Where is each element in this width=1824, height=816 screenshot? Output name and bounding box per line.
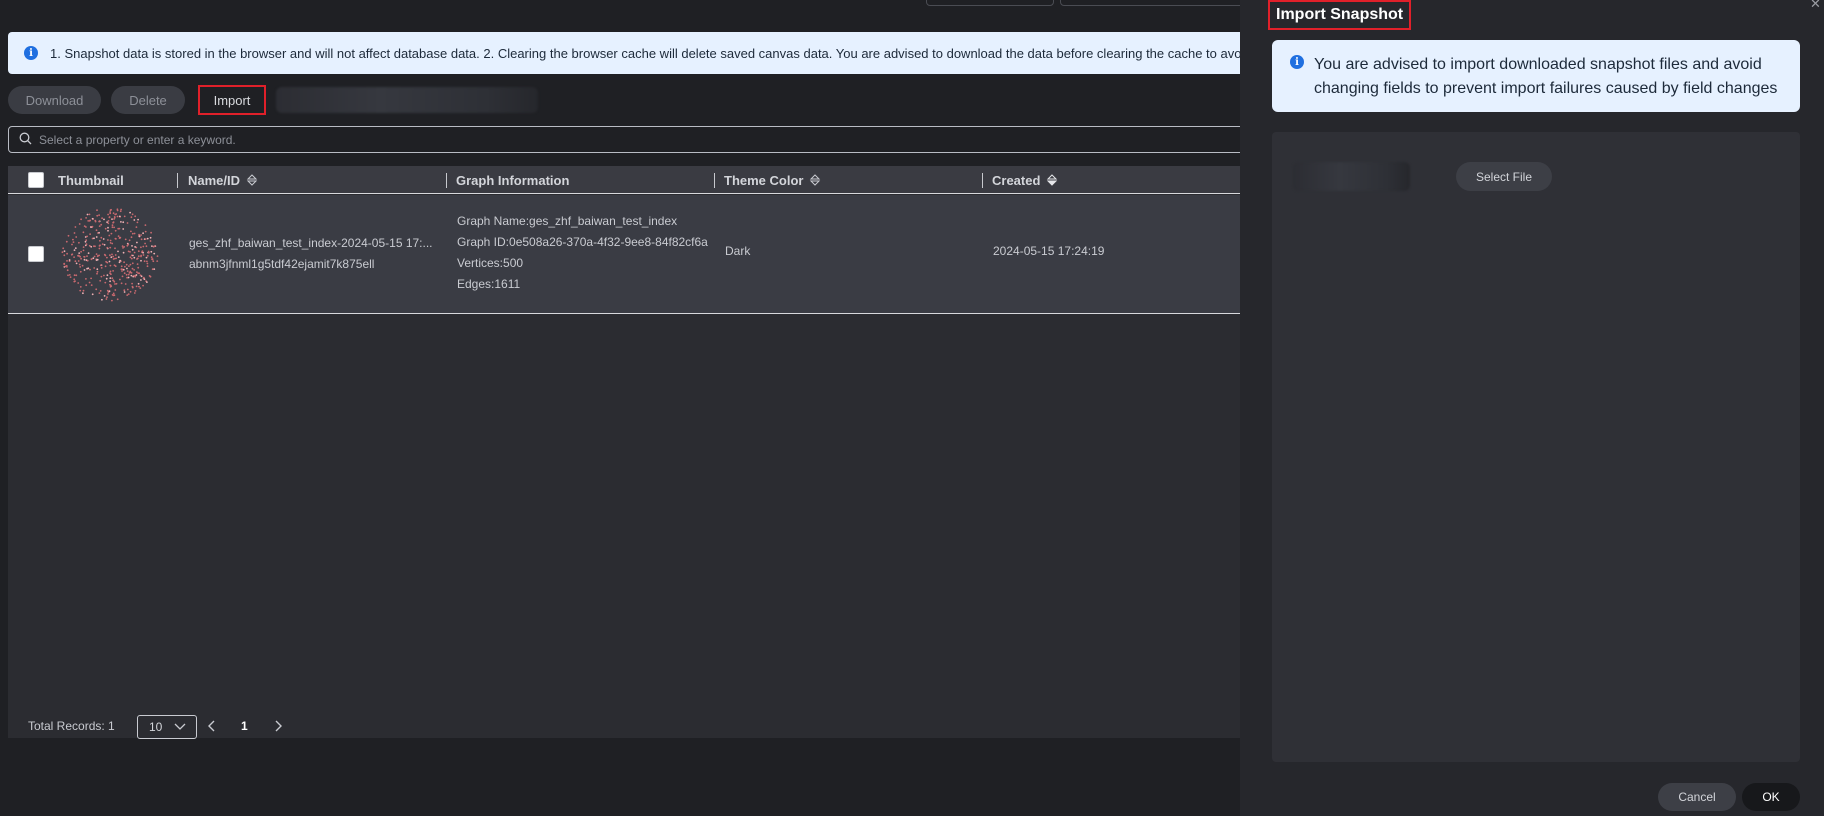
blurred-file-name bbox=[1293, 162, 1410, 191]
chevron-down-icon bbox=[174, 723, 186, 731]
snapshot-id: abnm3jfnml1g5tdf42ejamit7k875ell bbox=[189, 257, 375, 271]
download-button[interactable]: Download bbox=[8, 86, 101, 114]
row-checkbox[interactable] bbox=[28, 246, 44, 262]
current-page[interactable]: 1 bbox=[241, 719, 248, 733]
header-created-label: Created bbox=[992, 172, 1041, 188]
sort-icon[interactable] bbox=[809, 174, 821, 186]
drawer-body bbox=[1272, 132, 1800, 762]
drawer-notice: i You are advised to import downloaded s… bbox=[1272, 40, 1800, 112]
top-action-button-1[interactable] bbox=[926, 0, 1054, 6]
header-theme-color-label: Theme Color bbox=[724, 172, 804, 188]
graph-thumbnail bbox=[58, 203, 162, 310]
page-size-value: 10 bbox=[149, 720, 163, 734]
top-action-button-2[interactable] bbox=[1060, 0, 1250, 6]
close-icon[interactable]: ✕ bbox=[1810, 0, 1821, 12]
sort-icon[interactable] bbox=[246, 174, 258, 186]
next-page-icon[interactable] bbox=[273, 720, 283, 735]
info-icon: i bbox=[24, 46, 38, 60]
header-created[interactable]: Created bbox=[992, 166, 1058, 194]
select-file-button[interactable]: Select File bbox=[1456, 162, 1552, 191]
header-theme-color[interactable]: Theme Color bbox=[724, 166, 821, 194]
ok-button[interactable]: OK bbox=[1742, 783, 1800, 811]
info-notice-bar: i 1. Snapshot data is stored in the brow… bbox=[8, 32, 1244, 74]
sort-desc-icon[interactable] bbox=[1046, 174, 1058, 186]
header-graph-info: Graph Information bbox=[456, 172, 570, 188]
search-input[interactable] bbox=[39, 132, 939, 147]
snapshot-name: ges_zhf_baiwan_test_index-2024-05-15 17:… bbox=[189, 236, 433, 250]
search-icon bbox=[19, 132, 32, 148]
header-thumbnail: Thumbnail bbox=[58, 172, 124, 188]
select-all-checkbox[interactable] bbox=[28, 172, 44, 188]
created-value: 2024-05-15 17:24:19 bbox=[993, 244, 1105, 258]
import-button[interactable]: Import bbox=[198, 85, 266, 115]
info-icon: i bbox=[1290, 55, 1304, 69]
cancel-button[interactable]: Cancel bbox=[1658, 783, 1736, 811]
graph-name: Graph Name:ges_zhf_baiwan_test_index bbox=[457, 214, 678, 228]
header-name-id-label: Name/ID bbox=[188, 172, 241, 188]
vertices-count: Vertices:500 bbox=[457, 256, 524, 270]
page-size-select[interactable]: 10 bbox=[137, 715, 197, 739]
header-name-id[interactable]: Name/ID bbox=[188, 166, 258, 194]
delete-button[interactable]: Delete bbox=[111, 86, 185, 114]
search-bar[interactable] bbox=[8, 126, 1244, 153]
table-header: Thumbnail Name/ID Graph Information Them… bbox=[8, 166, 1244, 194]
graph-id: Graph ID:0e508a26-370a-4f32-9ee8-84f82cf… bbox=[457, 235, 708, 249]
theme-color-value: Dark bbox=[725, 244, 751, 258]
notice-text: 1. Snapshot data is stored in the browse… bbox=[50, 45, 1244, 61]
blurred-region bbox=[276, 87, 538, 113]
drawer-title: Import Snapshot bbox=[1268, 0, 1412, 30]
total-records: Total Records: 1 bbox=[28, 719, 115, 733]
prev-page-icon[interactable] bbox=[207, 720, 217, 735]
drawer-notice-text: You are advised to import downloaded sna… bbox=[1314, 56, 1778, 97]
edges-count: Edges:1611 bbox=[457, 277, 521, 291]
table-row[interactable]: ges_zhf_baiwan_test_index-2024-05-15 17:… bbox=[8, 195, 1244, 314]
